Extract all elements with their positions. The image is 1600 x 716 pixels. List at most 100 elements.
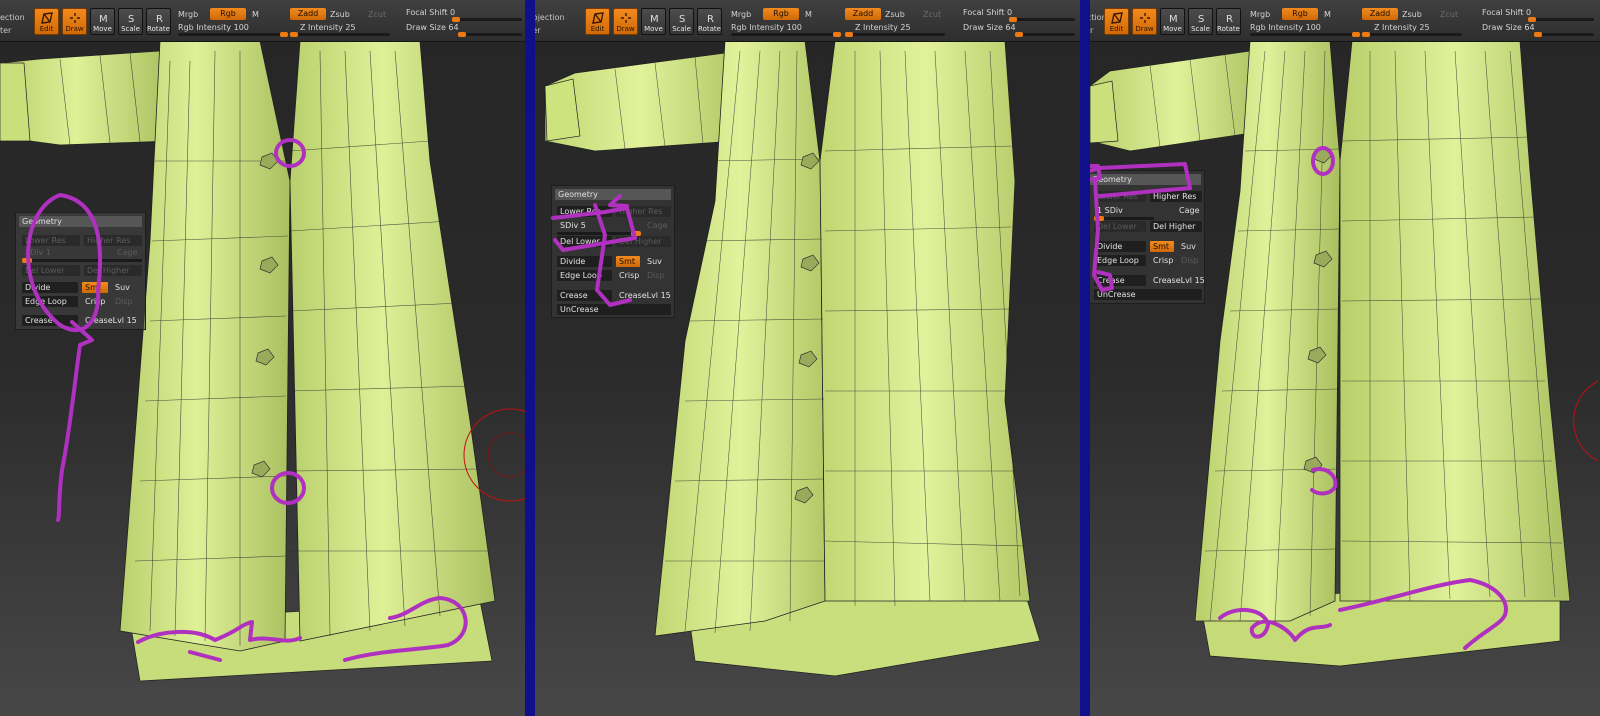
scale-button[interactable]: S Scale [1188,8,1213,35]
focal-shift-slider[interactable] [452,17,522,22]
zadd-button[interactable]: Zadd [290,8,326,20]
rotate-button[interactable]: R Rotate [1216,8,1241,35]
cage-button[interactable]: Cage [1176,205,1202,216]
rgb-button[interactable]: Rgb [763,8,799,20]
crisp-toggle[interactable]: Crisp [616,270,642,281]
rgb-button[interactable]: Rgb [1282,8,1318,20]
zsub-button[interactable]: Zsub [330,10,350,19]
rgb-intensity-slider[interactable] [731,32,841,37]
del-higher-button[interactable]: Del Higher [84,265,142,276]
geometry-palette-title[interactable]: Geometry [19,216,142,227]
sdiv-slider-label[interactable]: 1 SDiv [1094,205,1146,216]
suv-toggle[interactable]: Suv [1178,241,1202,252]
crease-button[interactable]: Crease [1094,275,1146,286]
crease-level-slider[interactable]: CreaseLvl 15 [1150,275,1204,286]
focal-shift-slider[interactable] [1528,17,1594,22]
move-button[interactable]: M Move [90,8,115,35]
z-intensity-slider[interactable] [845,32,945,37]
draw-button[interactable]: Draw [613,8,638,35]
crisp-toggle[interactable]: Crisp [1150,255,1176,266]
z-intensity-slider-label[interactable]: Z Intensity 25 [300,23,356,32]
draw-size-slider-label[interactable]: Draw Size 64 [1482,23,1535,32]
rgb-intensity-slider-label[interactable]: Rgb Intensity 100 [1250,23,1321,32]
crease-button[interactable]: Crease [22,315,78,326]
smt-toggle[interactable]: Smt [82,282,108,293]
mrgb-button[interactable]: Mrgb [178,10,198,19]
edit-button[interactable]: Edit [34,8,59,35]
zsub-button[interactable]: Zsub [885,10,905,19]
geometry-palette-title[interactable]: Geometry [555,189,671,200]
draw-size-slider[interactable] [1015,32,1075,37]
sdiv-slider-label[interactable]: SDiv 5 [557,220,612,231]
higher-res-button[interactable]: Higher Res [616,206,671,217]
del-lower-button[interactable]: Del Lower [22,265,80,276]
rgb-intensity-slider-label[interactable]: Rgb Intensity 100 [178,23,249,32]
higher-res-button[interactable]: Higher Res [84,235,142,246]
rotate-button[interactable]: R Rotate [697,8,722,35]
scale-button[interactable]: S Scale [669,8,694,35]
mrgb-button[interactable]: Mrgb [731,10,751,19]
m-button[interactable]: M [252,10,259,19]
draw-button[interactable]: Draw [1132,8,1157,35]
crease-level-slider[interactable]: CreaseLvl 15 [616,290,672,301]
smt-toggle[interactable]: Smt [1150,241,1174,252]
zcut-button[interactable]: Zcut [923,10,941,19]
edit-button[interactable]: Edit [1104,8,1129,35]
draw-size-slider[interactable] [458,32,522,37]
divide-button[interactable]: Divide [1094,241,1146,252]
suv-toggle[interactable]: Suv [644,256,670,267]
focal-shift-slider-label[interactable]: Focal Shift 0 [1482,8,1531,17]
mrgb-button[interactable]: Mrgb [1250,10,1270,19]
viewport-panel-3[interactable]: ectionter Edit Draw M Move S Scale R Rot… [1090,0,1600,716]
viewport-panel-1[interactable]: ection ter Edit Draw M Move S Scale R Rot… [0,0,525,716]
z-intensity-slider-label[interactable]: Z Intensity 25 [855,23,911,32]
disp-slider[interactable]: Disp [112,296,140,307]
del-higher-button[interactable]: Del Higher [1150,221,1202,232]
crisp-toggle[interactable]: Crisp [82,296,110,307]
draw-button[interactable]: Draw [62,8,87,35]
sdiv-slider[interactable] [1094,216,1154,221]
disp-slider[interactable]: Disp [1178,255,1202,266]
zadd-button[interactable]: Zadd [1362,8,1398,20]
sdiv-slider-label[interactable]: SDiv 1 [22,247,80,258]
zsub-button[interactable]: Zsub [1402,10,1422,19]
rgb-intensity-slider-label[interactable]: Rgb Intensity 100 [731,23,802,32]
del-lower-button[interactable]: Del Lower [557,236,612,247]
zcut-button[interactable]: Zcut [1440,10,1458,19]
smt-toggle[interactable]: Smt [616,256,640,267]
divide-button[interactable]: Divide [22,282,78,293]
edge-loop-button[interactable]: Edge Loop [557,270,612,281]
lower-res-button[interactable]: Lower Res [1094,191,1146,202]
sdiv-slider[interactable] [557,231,641,236]
suv-toggle[interactable]: Suv [112,282,140,293]
lower-res-button[interactable]: Lower Res [22,235,80,246]
draw-size-slider[interactable] [1534,32,1594,37]
focal-shift-slider-label[interactable]: Focal Shift 0 [963,8,1012,17]
divide-button[interactable]: Divide [557,256,612,267]
z-intensity-slider[interactable] [1362,32,1462,37]
zadd-button[interactable]: Zadd [845,8,881,20]
z-intensity-slider-label[interactable]: Z Intensity 25 [1374,23,1430,32]
draw-size-slider-label[interactable]: Draw Size 64 [406,23,459,32]
geometry-palette-title[interactable]: Geometry [1090,174,1201,185]
viewport-panel-2[interactable]: Projectionster Edit Draw M Move S Scale … [535,0,1080,716]
higher-res-button[interactable]: Higher Res [1150,191,1202,202]
edge-loop-button[interactable]: Edge Loop [1094,255,1146,266]
draw-size-slider-label[interactable]: Draw Size 64 [963,23,1016,32]
zcut-button[interactable]: Zcut [368,10,386,19]
focal-shift-slider[interactable] [1009,17,1075,22]
move-button[interactable]: M Move [1160,8,1185,35]
rotate-button[interactable]: R Rotate [146,8,171,35]
m-button[interactable]: M [805,10,812,19]
uncrease-button[interactable]: UnCrease [557,304,671,315]
z-intensity-slider[interactable] [290,32,390,37]
del-higher-button[interactable]: Del Higher [616,236,671,247]
rgb-intensity-slider[interactable] [178,32,288,37]
projection-master-label[interactable]: Projectionster [535,11,565,37]
cage-button[interactable]: Cage [114,247,144,258]
scale-button[interactable]: S Scale [118,8,143,35]
edit-button[interactable]: Edit [585,8,610,35]
cage-button[interactable]: Cage [644,220,672,231]
sdiv-slider[interactable] [22,258,142,263]
rgb-button[interactable]: Rgb [210,8,246,20]
